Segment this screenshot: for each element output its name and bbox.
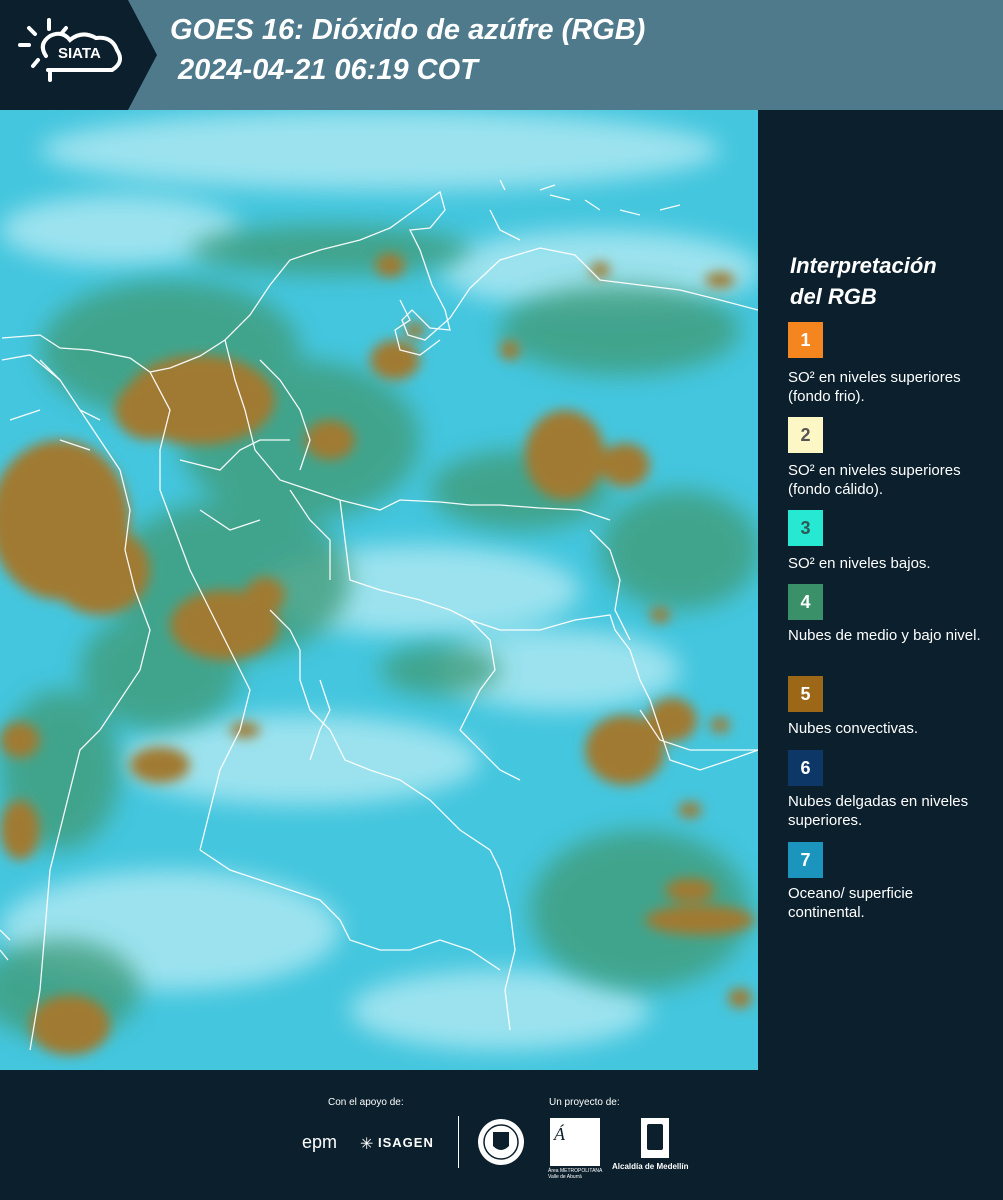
footer-divider bbox=[458, 1116, 459, 1168]
alcaldia-caption: Alcaldía de Medellín bbox=[612, 1162, 689, 1171]
legend-text-2: SO² en niveles superiores (fondo cálido)… bbox=[788, 462, 961, 498]
legend-text-5: Nubes convectivas. bbox=[788, 720, 919, 737]
legend-text-7: Oceano/ superficie continental. bbox=[788, 885, 914, 921]
alcaldia-logo bbox=[641, 1118, 669, 1158]
epm-logo: epm bbox=[302, 1132, 338, 1152]
isagen-icon: ✳ bbox=[360, 1136, 374, 1153]
timestamp: 2024-04-21 06:19 COT bbox=[178, 54, 478, 86]
legend-text-4: Nubes de medio y bajo nivel. bbox=[788, 627, 981, 644]
area-metropolitana-logo: Á bbox=[550, 1118, 600, 1166]
legend-panel: Interpretación del RGB 1 SO² en niveles … bbox=[758, 110, 1003, 1070]
siata-logo: SIATA bbox=[0, 0, 157, 110]
legend-swatch-2: 2 bbox=[788, 417, 823, 453]
page-title: GOES 16: Dióxido de azúfre (RGB) bbox=[170, 14, 646, 46]
area-metropolitana-caption: Área METROPOLITANA Valle de Aburrá bbox=[548, 1168, 603, 1180]
rgb-composite-image bbox=[0, 110, 758, 1070]
legend-swatch-1: 1 bbox=[788, 322, 823, 358]
legend-swatch-4: 4 bbox=[788, 584, 823, 620]
satellite-map bbox=[0, 110, 758, 1070]
header-bar: SIATA GOES 16: Dióxido de azúfre (RGB) 2… bbox=[0, 0, 1003, 110]
legend-title: Interpretación del RGB bbox=[790, 253, 937, 309]
legend-swatch-3: 3 bbox=[788, 510, 823, 546]
legend-swatch-5: 5 bbox=[788, 676, 823, 712]
legend-text-1: SO² en niveles superiores (fondo frio). bbox=[788, 369, 961, 405]
legend-swatch-6: 6 bbox=[788, 750, 823, 786]
legend-swatch-7: 7 bbox=[788, 842, 823, 878]
legend-text-3: SO² en niveles bajos. bbox=[788, 555, 931, 572]
svg-text:SIATA: SIATA bbox=[58, 45, 101, 62]
legend-text-6: Nubes delgadas en niveles superiores. bbox=[788, 793, 969, 829]
medellin-seal-icon bbox=[478, 1119, 524, 1165]
support-label: Con el apoyo de: bbox=[328, 1097, 404, 1108]
footer: Con el apoyo de: Un proyecto de: epm ✳ I… bbox=[0, 1070, 1003, 1200]
project-label: Un proyecto de: bbox=[549, 1097, 620, 1108]
isagen-logo: ISAGEN bbox=[378, 1135, 434, 1150]
